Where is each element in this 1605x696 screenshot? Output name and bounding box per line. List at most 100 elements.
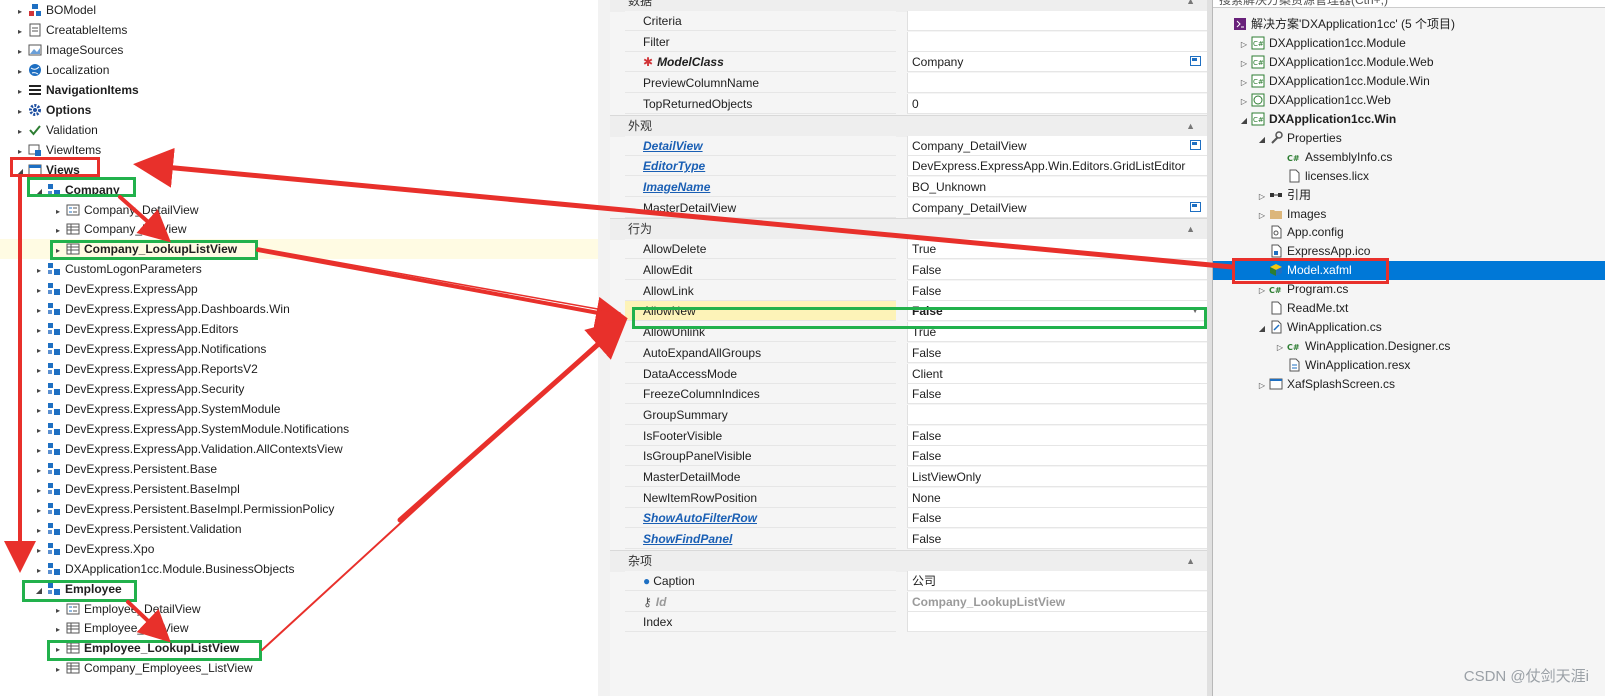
expand-caret-icon[interactable]: ▷: [1257, 187, 1267, 206]
property-value[interactable]: [907, 11, 1207, 31]
tree-node-localization[interactable]: ▸ Localization: [0, 60, 109, 80]
expand-caret-icon[interactable]: ▷: [1257, 281, 1267, 300]
property-value[interactable]: 0: [907, 93, 1207, 114]
tree-node-creatableitems[interactable]: ▸ CreatableItems: [0, 20, 127, 40]
property-value[interactable]: 公司: [907, 570, 1207, 591]
property-row-criteria[interactable]: Criteria: [610, 11, 1207, 32]
property-value[interactable]: [907, 31, 1207, 52]
tree-node-employee[interactable]: ◢ Employee: [0, 579, 122, 599]
tree-node-company-listview[interactable]: ▸ Company_ListView: [0, 219, 187, 239]
solution-item-winapplication-cs[interactable]: ◢ WinApplication.cs: [1213, 318, 1382, 337]
property-row-allowdelete[interactable]: AllowDelete True: [610, 239, 1207, 260]
property-row-id[interactable]: ⚷ Id Company_LookupListView: [610, 591, 1207, 613]
property-value[interactable]: Company: [907, 52, 1207, 73]
property-row-freezecolumnindices[interactable]: FreezeColumnIndices False: [610, 384, 1207, 405]
tree-node-devexpress-expressapp[interactable]: ▸ DevExpress.ExpressApp: [0, 279, 198, 299]
tree-node-devexpress-xpo[interactable]: ▸ DevExpress.Xpo: [0, 539, 154, 559]
property-value[interactable]: Company_DetailView: [907, 135, 1207, 156]
property-row-isfootervisible[interactable]: IsFooterVisible False: [610, 425, 1207, 447]
property-row-modelclass[interactable]: ✱ ModelClass Company: [610, 52, 1207, 73]
expand-caret-icon[interactable]: ▸: [52, 660, 64, 680]
solution-item-dxapplication1cc-module[interactable]: ▷ C# DXApplication1cc.Module: [1213, 34, 1406, 53]
property-value[interactable]: False: [907, 384, 1207, 405]
tree-node-navigationitems[interactable]: ▸ NavigationItems: [0, 80, 139, 100]
property-row-newitemrowposition[interactable]: NewItemRowPosition None: [610, 487, 1207, 509]
solution-item-model-xafml[interactable]: Model.xafml: [1213, 261, 1605, 281]
solution-item-images[interactable]: ▷ Images: [1213, 205, 1326, 224]
property-row-showfindpanel[interactable]: ShowFindPanel False: [610, 529, 1207, 550]
edit-icon[interactable]: [1190, 139, 1201, 150]
property-group-header[interactable]: 行为 ▲: [610, 218, 1207, 241]
property-row-imagename[interactable]: ImageName BO_Unknown: [610, 176, 1207, 198]
property-row-caption[interactable]: ● Caption 公司: [610, 570, 1207, 592]
property-value[interactable]: False: [907, 508, 1207, 529]
expand-caret-icon[interactable]: ▷: [1257, 206, 1267, 225]
property-value[interactable]: True: [907, 322, 1207, 343]
property-row-previewcolumnname[interactable]: PreviewColumnName: [610, 73, 1207, 94]
property-value[interactable]: False: [907, 425, 1207, 446]
solution-item-assemblyinfo-cs[interactable]: C# AssemblyInfo.cs: [1213, 148, 1392, 167]
tree-node-devexpress-persistent-validation[interactable]: ▸ DevExpress.Persistent.Validation: [0, 519, 242, 539]
solution-item-dxapplication1cc-web[interactable]: ▷ DXApplication1cc.Web: [1213, 91, 1391, 110]
tree-node-devexpress-persistent-baseimpl[interactable]: ▸ DevExpress.Persistent.BaseImpl: [0, 479, 240, 499]
property-value[interactable]: [907, 612, 1207, 633]
property-value[interactable]: False: [907, 446, 1207, 467]
solution-item-dxapplication1cc-module-web[interactable]: ▷ C# DXApplication1cc.Module.Web: [1213, 53, 1434, 72]
expand-caret-icon[interactable]: ▷: [1275, 338, 1285, 357]
property-value[interactable]: Client: [907, 363, 1207, 384]
property-row-allownew[interactable]: AllowNew False ▼: [610, 301, 1207, 322]
tree-node-employee-detailview[interactable]: ▸ Employee_DetailView: [0, 599, 201, 619]
property-value[interactable]: False: [907, 342, 1207, 363]
expand-caret-icon[interactable]: ▷: [1239, 73, 1249, 92]
property-row-topreturnedobjects[interactable]: TopReturnedObjects 0: [610, 93, 1207, 115]
tree-node-devexpress-persistent-base[interactable]: ▸ DevExpress.Persistent.Base: [0, 459, 217, 479]
tree-node-devexpress-expressapp-dashboards-win[interactable]: ▸ DevExpress.ExpressApp.Dashboards.Win: [0, 299, 290, 319]
tree-node-views[interactable]: ◢ Views: [0, 160, 80, 180]
property-value[interactable]: False: [907, 280, 1207, 301]
edit-icon[interactable]: [1190, 56, 1201, 67]
tree-node-company[interactable]: ◢ Company: [0, 180, 120, 200]
solution-item-dxapplication1cc-5[interactable]: 解决方案'DXApplication1cc' (5 个项目): [1213, 15, 1455, 34]
tree-node-validation[interactable]: ▸ Validation: [0, 120, 98, 140]
solution-item-dxapplication1cc-module-win[interactable]: ▷ C# DXApplication1cc.Module.Win: [1213, 72, 1430, 91]
property-value[interactable]: False: [907, 529, 1207, 550]
property-group-header[interactable]: 杂项 ▲: [610, 549, 1207, 572]
property-row-groupsummary[interactable]: GroupSummary: [610, 404, 1207, 426]
solution-item-node[interactable]: ▷ 引用: [1213, 186, 1311, 205]
tree-node-bomodel[interactable]: ▸ BOModel: [0, 0, 96, 20]
collapse-caret-icon[interactable]: ◢: [1239, 111, 1249, 130]
tree-node-customlogonparameters[interactable]: ▸ CustomLogonParameters: [0, 259, 202, 279]
tree-node-imagesources[interactable]: ▸ ImageSources: [0, 40, 123, 60]
tree-node-devexpress-expressapp-systemmodule-notifications[interactable]: ▸ DevExpress.ExpressApp.SystemModule.Noti…: [0, 419, 349, 439]
tree-node-devexpress-expressapp-reportsv2[interactable]: ▸ DevExpress.ExpressApp.ReportsV2: [0, 359, 258, 379]
property-group-header[interactable]: 外观 ▲: [610, 114, 1207, 137]
collapse-caret-icon[interactable]: ◢: [1257, 319, 1267, 338]
property-row-showautofilterrow[interactable]: ShowAutoFilterRow False: [610, 508, 1207, 529]
tree-node-options[interactable]: ▸ Options: [0, 100, 91, 120]
property-value[interactable]: ListViewOnly: [907, 467, 1207, 487]
property-row-detailview[interactable]: DetailView Company_DetailView: [610, 135, 1207, 157]
property-value[interactable]: True: [907, 239, 1207, 260]
expand-caret-icon[interactable]: ▷: [1239, 54, 1249, 73]
solution-item-licenses-licx[interactable]: licenses.licx: [1213, 167, 1369, 186]
property-value[interactable]: [907, 73, 1207, 94]
dropdown-arrow-icon[interactable]: ▼: [1191, 301, 1199, 320]
property-row-masterdetailmode[interactable]: MasterDetailMode ListViewOnly: [610, 467, 1207, 488]
tree-node-devexpress-expressapp-notifications[interactable]: ▸ DevExpress.ExpressApp.Notifications: [0, 339, 266, 359]
solution-item-properties[interactable]: ◢ Properties: [1213, 129, 1342, 148]
search-input[interactable]: 搜索解决方案资源管理器(Ctrl+;): [1213, 0, 1605, 8]
collapse-icon[interactable]: ▲: [1186, 116, 1195, 137]
property-row-filter[interactable]: Filter: [610, 31, 1207, 53]
collapse-icon[interactable]: ▲: [1186, 219, 1195, 240]
property-row-isgrouppanelvisible[interactable]: IsGroupPanelVisible False: [610, 446, 1207, 467]
tree-node-dxapplication1cc-module-businessobjects[interactable]: ▸ DXApplication1cc.Module.BusinessObjects: [0, 559, 294, 579]
expand-caret-icon[interactable]: ▷: [1239, 92, 1249, 111]
property-value[interactable]: DevExpress.ExpressApp.Win.Editors.GridLi…: [907, 156, 1207, 177]
tree-node-devexpress-expressapp-security[interactable]: ▸ DevExpress.ExpressApp.Security: [0, 379, 244, 399]
property-value[interactable]: False: [907, 260, 1207, 280]
property-value[interactable]: Company_LookupListView: [907, 591, 1207, 612]
solution-item-dxapplication1cc-win[interactable]: ◢ C# DXApplication1cc.Win: [1213, 110, 1396, 129]
tree-node-viewitems[interactable]: ▸ ViewItems: [0, 140, 101, 160]
splitter[interactable]: [598, 0, 610, 696]
tree-node-company-lookuplistview[interactable]: ▸ Company_LookupListView: [0, 239, 598, 260]
